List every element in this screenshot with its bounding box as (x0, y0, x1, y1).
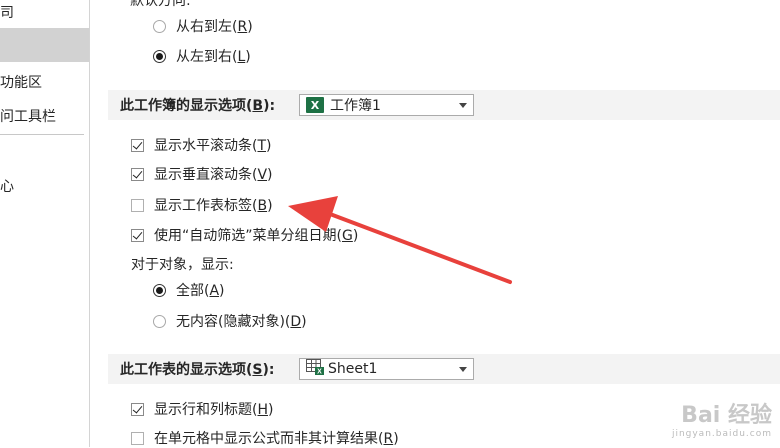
watermark-url: jingyan.baidu.com (671, 429, 772, 439)
annotation-arrow (288, 196, 512, 284)
watermark-text: Bai 经验 (681, 403, 772, 428)
watermark: Bai 经验 jingyan.baidu.com (672, 405, 772, 439)
